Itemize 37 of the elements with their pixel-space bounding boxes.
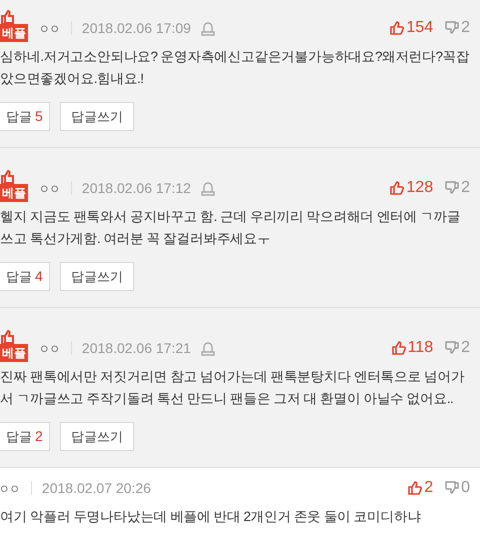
- thumbs-down-icon: [445, 21, 460, 35]
- write-reply-button[interactable]: 답글쓰기: [60, 262, 134, 291]
- bell-icon[interactable]: [200, 180, 215, 196]
- bell-icon[interactable]: [200, 20, 215, 36]
- replies-button[interactable]: 답글 5: [0, 102, 50, 131]
- author-name: ○○: [40, 178, 61, 198]
- like-button[interactable]: 128: [390, 176, 434, 200]
- comment-text: 심하네.저거고소안되나요? 운영자측에신고같은거불가능하대요?왜저런다?꼭잡았으면좋겠어요.힘내요.!: [0, 48, 470, 88]
- like-button[interactable]: 118: [392, 336, 434, 360]
- thumbs-up-icon: [390, 181, 404, 195]
- thumbs-up-icon: [392, 341, 406, 355]
- comment-date: 2018.02.06 17:12: [82, 178, 191, 198]
- author-name: ○○: [40, 18, 61, 38]
- thumbs-down-icon: [445, 181, 460, 195]
- like-button[interactable]: 154: [390, 16, 434, 40]
- comment-text: 진짜 팬톡에서만 저짓거리면 참고 넘어가는데 팬톡분탕치다 엔터톡으로 넘어가서 ㄱ까글쓰고 주작기돌려 톡선 만드니 팬들은 그저 대 환멸이 아닐수 없어요..: [0, 368, 466, 408]
- comment-text: 여기 악플러 두명나타났는데 베플에 반대 2개인거 존웃 둘이 코미디하냐: [0, 508, 422, 526]
- thumbs-up-icon: [408, 481, 422, 495]
- like-button[interactable]: 2: [408, 476, 434, 500]
- replies-button[interactable]: 답글 4: [0, 262, 50, 291]
- dislike-button[interactable]: 2: [445, 16, 470, 40]
- comment-date: 2018.02.06 17:21: [82, 338, 191, 358]
- dislike-button[interactable]: 2: [445, 336, 470, 360]
- author-name: ○○: [40, 338, 61, 358]
- comment-date: 2018.02.07 20:26: [42, 478, 151, 498]
- comment-date: 2018.02.06 17:09: [82, 18, 191, 38]
- replies-button[interactable]: 답글 2: [0, 422, 50, 451]
- write-reply-button[interactable]: 답글쓰기: [60, 102, 134, 131]
- write-reply-button[interactable]: 답글쓰기: [60, 422, 134, 451]
- bell-icon[interactable]: [200, 340, 215, 356]
- thumbs-up-icon: [390, 21, 404, 35]
- comment-text: 헬지 지금도 팬톡와서 공지바꾸고 함. 근데 우리끼리 막으려해더 엔터에 ㄱ까글쓰고 톡선가게함. 여러분 꼭 잘걸러봐주세요ㅜ: [0, 208, 462, 248]
- thumbs-down-icon: [445, 481, 460, 495]
- author-name: ○○: [0, 478, 21, 498]
- thumbs-down-icon: [445, 341, 460, 355]
- dislike-button[interactable]: 2: [445, 176, 470, 200]
- dislike-button[interactable]: 0: [445, 476, 470, 500]
